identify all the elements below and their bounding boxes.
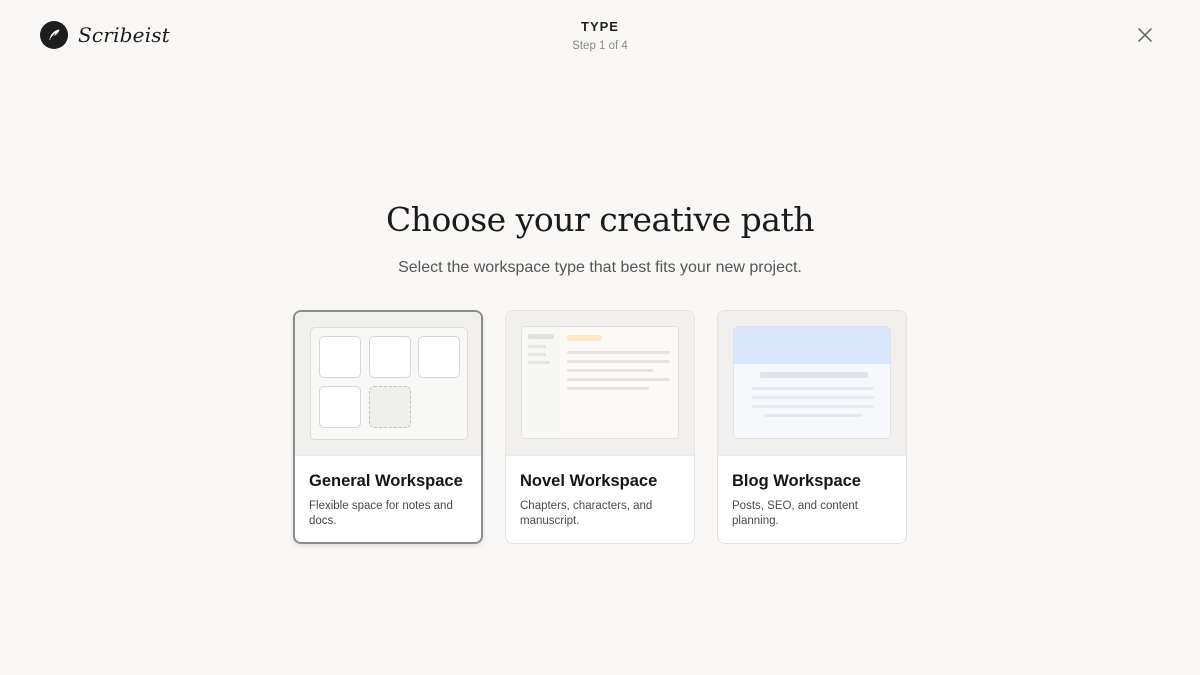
- general-workspace-card[interactable]: General Workspace Flexible space for not…: [293, 310, 483, 544]
- page-title: Choose your creative path: [386, 200, 814, 239]
- card-title: Novel Workspace: [520, 472, 658, 490]
- blog-workspace-card[interactable]: Blog Workspace Posts, SEO, and content p…: [717, 310, 907, 544]
- card-description: Posts, SEO, and content planning.: [732, 500, 858, 527]
- novel-workspace-card[interactable]: Novel Workspace Chapters, characters, an…: [505, 310, 695, 544]
- step-title: TYPE: [581, 19, 619, 34]
- close-icon: [1138, 28, 1152, 42]
- page-subtitle: Select the workspace type that best fits…: [398, 259, 802, 276]
- workspace-type-options: General Workspace Flexible space for not…: [293, 310, 907, 544]
- card-title: General Workspace: [309, 472, 463, 490]
- step-subtitle: Step 1 of 4: [572, 40, 628, 52]
- card-description: Chapters, characters, and manuscript.: [520, 500, 653, 527]
- blog-workspace-preview: [718, 311, 906, 456]
- card-description: Flexible space for notes and docs.: [309, 500, 453, 527]
- hero: Choose your creative path Select the wor…: [0, 200, 1200, 277]
- step-indicator: TYPE Step 1 of 4: [0, 19, 1200, 52]
- novel-workspace-preview: [506, 311, 694, 456]
- general-workspace-preview: [295, 312, 481, 456]
- close-button[interactable]: [1136, 26, 1154, 44]
- card-title: Blog Workspace: [732, 472, 861, 490]
